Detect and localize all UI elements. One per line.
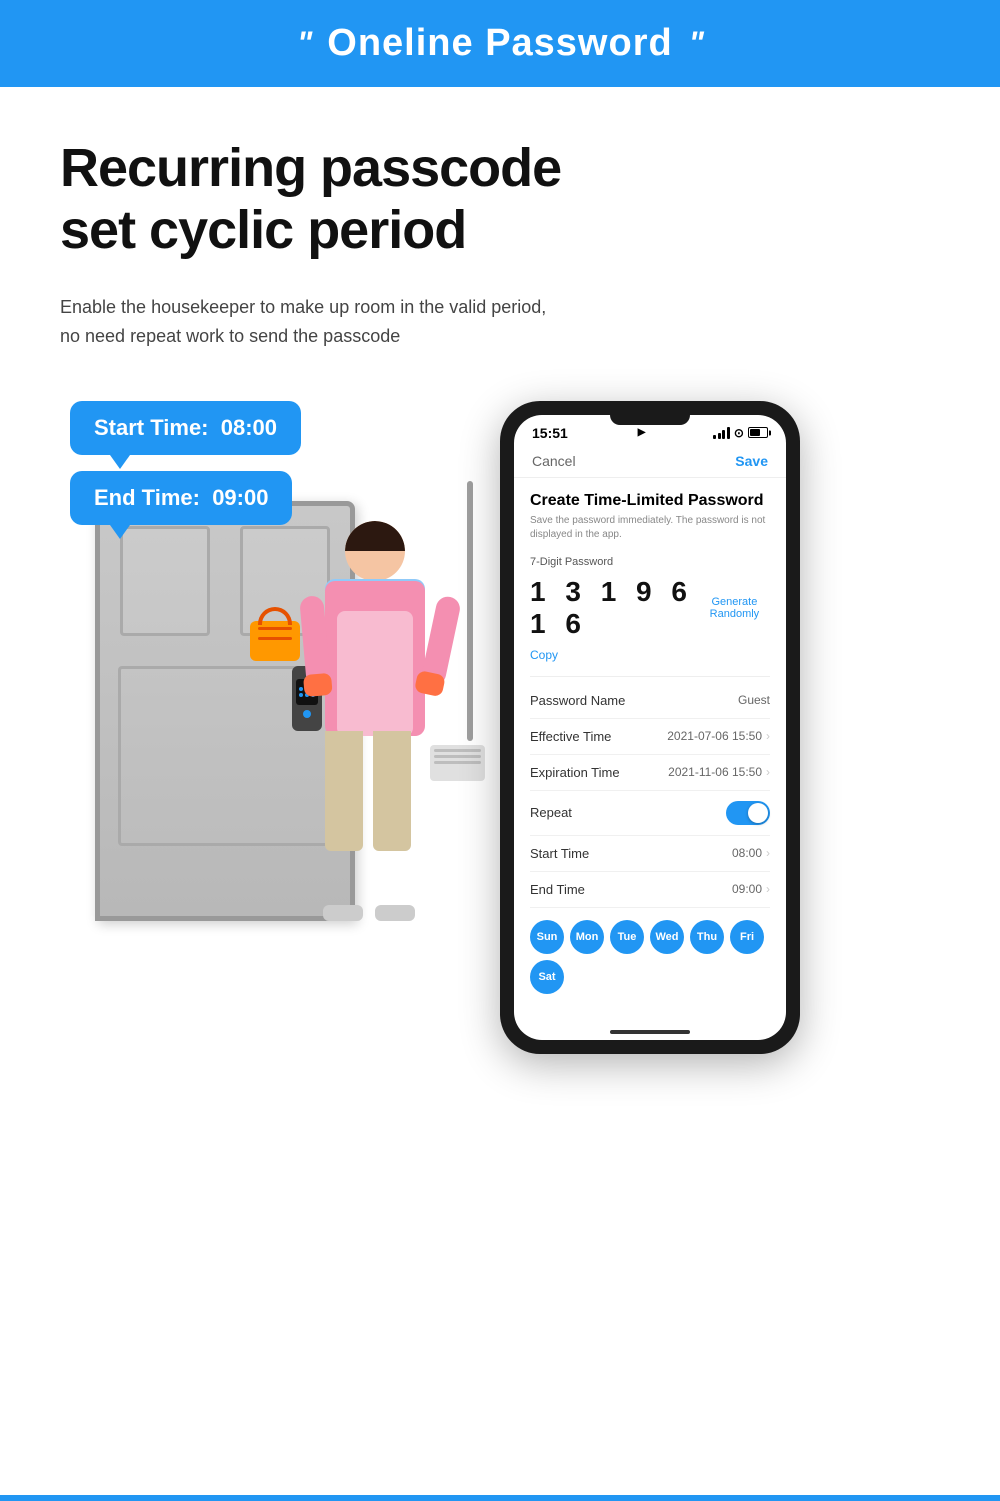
person-right-leg: [373, 731, 411, 851]
main-content: Recurring passcode set cyclic period Ena…: [0, 87, 1000, 1094]
start-time-value: 08:00 ›: [732, 846, 770, 860]
quote-right-icon: ": [689, 25, 703, 62]
home-indicator: [610, 1030, 690, 1034]
phone-notch: [610, 415, 690, 425]
end-time-row[interactable]: End Time 09:00 ›: [530, 872, 770, 908]
expiration-time-row[interactable]: Expiration Time 2021-11-06 15:50 ›: [530, 755, 770, 791]
mop-strand-3: [434, 761, 481, 764]
start-time-label: Start Time: [530, 846, 589, 861]
mop-strand-1: [434, 749, 481, 752]
person-left-leg: [325, 731, 363, 851]
expiration-time-label: Expiration Time: [530, 765, 620, 780]
start-time-text: Start Time: 08:00: [94, 415, 277, 440]
header-title: Oneline Password: [327, 22, 672, 65]
toggle-thumb: [748, 803, 768, 823]
day-buttons: Sun Mon Tue Wed Thu Fri Sat: [530, 908, 770, 1002]
page-heading: Recurring passcode set cyclic period: [60, 137, 940, 261]
person-right-shoe: [375, 905, 415, 921]
expiration-time-value: 2021-11-06 15:50 ›: [668, 765, 770, 779]
effective-time-label: Effective Time: [530, 729, 611, 744]
repeat-label: Repeat: [530, 805, 572, 820]
basket-stripe2: [258, 637, 292, 640]
repeat-toggle[interactable]: [726, 801, 770, 825]
person-body: [325, 581, 425, 736]
person-figure: [295, 521, 455, 921]
generate-randomly-button[interactable]: Generate Randomly: [699, 596, 770, 620]
passcode-row: 1 3 1 9 6 1 6 Generate Randomly: [530, 576, 770, 640]
mop-head: [430, 745, 485, 781]
start-time-bubble: Start Time: 08:00: [70, 401, 301, 455]
day-sun-button[interactable]: Sun: [530, 920, 564, 954]
effective-time-value: 2021-07-06 15:50 ›: [667, 729, 770, 743]
status-icons: ⊙: [713, 426, 768, 440]
repeat-row[interactable]: Repeat: [530, 791, 770, 836]
basket-container: [250, 621, 300, 661]
person-legs: [325, 731, 411, 851]
basket-stripe1: [258, 627, 292, 630]
create-password-title: Create Time-Limited Password: [530, 492, 770, 510]
phone-mockup: 15:51 ▶ ⊙: [500, 401, 800, 1054]
end-time-label: End Time: [530, 882, 585, 897]
person-apron: [337, 611, 413, 736]
password-name-value: Guest: [738, 693, 770, 707]
header: " Oneline Password ": [0, 0, 1000, 87]
speech-bubbles: Start Time: 08:00 End Time: 09:00: [70, 401, 460, 537]
person-left-shoe: [323, 905, 363, 921]
passcode-display: 1 3 1 9 6 1 6: [530, 576, 699, 640]
signal-bars: [713, 427, 730, 439]
footer-bar: [0, 1495, 1000, 1501]
create-password-subtitle: Save the password immediately. The passw…: [530, 514, 770, 542]
password-name-label: Password Name: [530, 693, 625, 708]
day-thu-button[interactable]: Thu: [690, 920, 724, 954]
demo-section: Start Time: 08:00 End Time: 09:00: [60, 401, 940, 1054]
mop-strand-2: [434, 755, 481, 758]
description-text: Enable the housekeeper to make up room i…: [60, 293, 560, 351]
mop-stick: [467, 481, 473, 741]
wifi-icon: ⊙: [734, 426, 744, 440]
cancel-button[interactable]: Cancel: [532, 453, 576, 469]
password-name-row[interactable]: Password Name Guest: [530, 683, 770, 719]
start-time-row[interactable]: Start Time 08:00 ›: [530, 836, 770, 872]
digit-label: 7-Digit Password: [530, 556, 770, 568]
status-time: 15:51: [532, 425, 568, 441]
end-time-text: End Time: 09:00: [94, 485, 268, 510]
door-scene: Start Time: 08:00 End Time: 09:00: [70, 401, 460, 921]
day-mon-button[interactable]: Mon: [570, 920, 604, 954]
door-panel-tl: [120, 526, 210, 636]
location-icon: ▶: [638, 427, 646, 438]
person-shoes: [323, 905, 415, 921]
copy-link[interactable]: Copy: [530, 648, 770, 662]
phone-nav-bar: Cancel Save: [514, 445, 786, 478]
end-time-value: 09:00 ›: [732, 882, 770, 896]
effective-time-row[interactable]: Effective Time 2021-07-06 15:50 ›: [530, 719, 770, 755]
day-tue-button[interactable]: Tue: [610, 920, 644, 954]
person-left-glove: [303, 673, 333, 697]
save-button[interactable]: Save: [735, 453, 768, 469]
door-image-area: [70, 481, 460, 921]
day-sat-button[interactable]: Sat: [530, 960, 564, 994]
quote-left-icon: ": [297, 25, 311, 62]
day-wed-button[interactable]: Wed: [650, 920, 684, 954]
phone-screen: 15:51 ▶ ⊙: [514, 415, 786, 1040]
divider-1: [530, 676, 770, 677]
phone-content: Create Time-Limited Password Save the pa…: [514, 478, 786, 1016]
end-time-bubble: End Time: 09:00: [70, 471, 292, 525]
battery-icon: [748, 427, 768, 438]
day-fri-button[interactable]: Fri: [730, 920, 764, 954]
basket: [250, 621, 300, 661]
